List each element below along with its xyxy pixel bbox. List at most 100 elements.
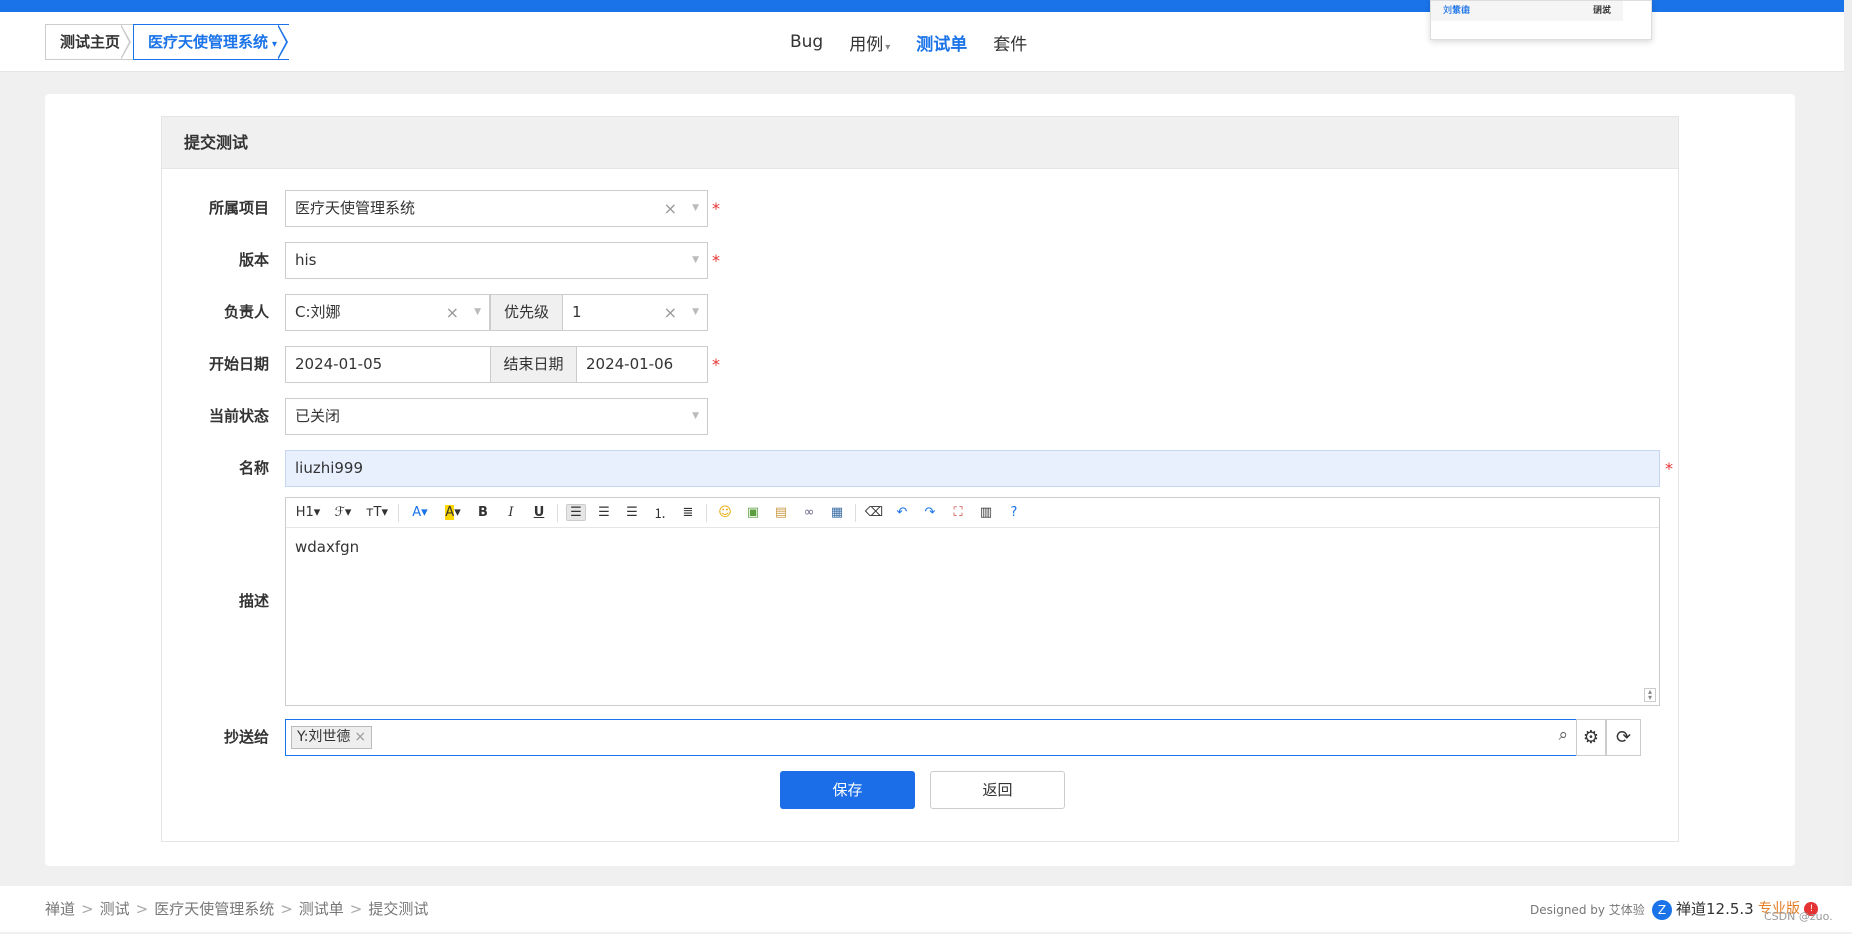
- status-label: 当前状态: [208, 407, 269, 425]
- build-row: 版本 his ▼ *: [162, 242, 1680, 279]
- form-title: 提交测试: [162, 117, 1678, 169]
- gear-icon[interactable]: ⚙: [1576, 719, 1606, 756]
- undo-icon[interactable]: ↶: [892, 505, 912, 520]
- owner-label: 负责人: [223, 303, 269, 321]
- footer-crumb[interactable]: 测试单: [299, 900, 344, 918]
- priority-label: 优先级: [490, 294, 563, 331]
- editor-toolbar: H1▾ ℱ▾ тT▾ A▾ A▾ B I U ☰ ☰ ☰ ⒈ ≣ ☺ ▣ ▤ ∞: [286, 498, 1659, 528]
- toolbar-separator: [398, 503, 399, 522]
- nav-bug[interactable]: Bug: [790, 32, 823, 52]
- edition-link[interactable]: 专业版 !: [1758, 886, 1819, 932]
- project-select[interactable]: 医疗天使管理系统 × ▼: [285, 190, 708, 227]
- underline-icon[interactable]: U: [529, 505, 549, 520]
- nav-suite[interactable]: 套件: [993, 30, 1027, 55]
- font-size-icon[interactable]: тT▾: [364, 505, 390, 520]
- eraser-icon[interactable]: ⌫: [864, 505, 884, 520]
- footer-crumb[interactable]: 禅道: [45, 900, 75, 918]
- scrollbar[interactable]: [1844, 0, 1852, 886]
- required-mark: *: [1665, 459, 1673, 478]
- resize-handle-icon[interactable]: ▴ ▾: [1644, 688, 1656, 702]
- begin-date-input[interactable]: 2024-01-05: [285, 346, 491, 383]
- refresh-icon[interactable]: ⟳: [1606, 719, 1641, 756]
- top-nav: Bug 用例 ▾ 测试单 套件: [790, 12, 1027, 72]
- crumb-separator: >: [81, 900, 94, 918]
- desc-label: 描述: [238, 592, 269, 610]
- status-row: 当前状态 已关闭 ▼: [162, 398, 1680, 435]
- heading-icon[interactable]: H1▾: [294, 505, 322, 520]
- zentao-logo-icon: Z: [1652, 900, 1672, 920]
- designed-by: Designed by 艾体验: [1530, 903, 1645, 917]
- priority-select[interactable]: 1 × ▼: [562, 294, 708, 331]
- table-icon[interactable]: ▦: [827, 505, 847, 520]
- status-select[interactable]: 已关闭 ▼: [285, 398, 708, 435]
- popup-row[interactable]: 刘紫山 测试: [1431, 1, 1623, 21]
- popup-user-role: 测试: [1593, 6, 1612, 16]
- dates-row: 开始日期 2024-01-05 结束日期 2024-01-06 *: [162, 346, 1680, 383]
- chevron-down-icon: ▼: [474, 307, 481, 317]
- help-icon[interactable]: ?: [1004, 505, 1024, 520]
- build-select[interactable]: his ▼: [285, 242, 708, 279]
- back-button[interactable]: 返回: [930, 771, 1065, 809]
- chevron-down-icon: ▾: [885, 41, 891, 53]
- end-date-input[interactable]: 2024-01-06: [576, 346, 708, 383]
- crumb-separator: >: [135, 900, 149, 918]
- link-icon[interactable]: ∞: [799, 505, 819, 520]
- version-label: 禅道12.5.3: [1676, 900, 1754, 918]
- crumb-separator: >: [349, 900, 363, 918]
- bullet-list-icon[interactable]: ≣: [678, 505, 698, 520]
- align-center-icon[interactable]: ☰: [594, 505, 614, 520]
- owner-row: 负责人 C:刘娜 × ▼ 优先级 1 × ▼: [162, 294, 1680, 331]
- version-link[interactable]: Z 禅道12.5.3: [1652, 886, 1754, 932]
- font-color-icon[interactable]: A▾: [407, 505, 433, 520]
- project-switcher[interactable]: 医疗天使管理系统 ▾: [133, 24, 290, 60]
- project-value: 医疗天使管理系统: [295, 199, 416, 217]
- name-input[interactable]: liuzhi999: [285, 450, 1660, 487]
- project-switcher-label: 医疗天使管理系统: [148, 33, 269, 51]
- footer-crumb: 提交测试: [368, 900, 429, 918]
- remove-chip-icon[interactable]: ×: [354, 729, 366, 745]
- owner-select[interactable]: C:刘娜 × ▼: [285, 294, 490, 331]
- footer: 禅道 > 测试 > 医疗天使管理系统 > 测试单 > 提交测试 Designed by 艾体验 …: [0, 886, 1852, 932]
- name-label: 名称: [238, 459, 269, 477]
- main-panel: 提交测试 所属项目 医疗天使管理系统 × ▼ * 版本 his ▼ * 负责人 …: [45, 94, 1795, 866]
- mailto-input[interactable]: Y:刘世德 × ⌕: [285, 719, 1577, 756]
- redo-icon[interactable]: ↷: [920, 505, 940, 520]
- highlight-icon[interactable]: A▾: [441, 505, 465, 520]
- footer-crumb[interactable]: 测试: [100, 900, 130, 918]
- nav-cases-label: 用例: [849, 34, 884, 55]
- footer-crumb[interactable]: 医疗天使管理系统: [154, 900, 274, 918]
- align-right-icon[interactable]: ☰: [622, 505, 642, 520]
- begin-date-label: 开始日期: [208, 355, 269, 373]
- mailto-chip[interactable]: Y:刘世德 ×: [291, 726, 373, 749]
- italic-icon[interactable]: I: [501, 505, 521, 520]
- editor-content[interactable]: wdaxfgn: [286, 528, 1659, 566]
- save-button[interactable]: 保存: [780, 771, 915, 809]
- clear-icon[interactable]: ×: [664, 191, 677, 226]
- clear-icon[interactable]: ×: [664, 295, 677, 330]
- paste-icon[interactable]: ▥: [976, 505, 996, 520]
- media-icon[interactable]: ▤: [771, 505, 791, 520]
- footer-breadcrumb: 禅道 > 测试 > 医疗天使管理系统 > 测试单 > 提交测试: [45, 886, 428, 932]
- toolbar-separator: [706, 503, 707, 522]
- required-mark: *: [712, 251, 720, 270]
- clear-icon[interactable]: ×: [446, 295, 459, 330]
- align-left-icon[interactable]: ☰: [566, 504, 586, 521]
- mailto-chip-label: Y:刘世德: [297, 729, 351, 745]
- project-row: 所属项目 医疗天使管理系统 × ▼ *: [162, 190, 1680, 227]
- nav-testtask[interactable]: 测试单: [916, 30, 967, 55]
- highlight-swatch: A: [445, 505, 455, 520]
- bold-icon[interactable]: B: [473, 505, 493, 520]
- form-box: 提交测试 所属项目 医疗天使管理系统 × ▼ * 版本 his ▼ * 负责人 …: [161, 116, 1679, 842]
- font-family-icon[interactable]: ℱ▾: [330, 505, 356, 520]
- required-mark: *: [712, 199, 720, 218]
- ordered-list-icon[interactable]: ⒈: [650, 503, 670, 522]
- nav-cases[interactable]: 用例 ▾: [849, 30, 890, 55]
- name-row: 名称 liuzhi999 *: [162, 450, 1680, 487]
- emoji-icon[interactable]: ☺: [715, 505, 735, 520]
- chevron-down-icon: ▼: [692, 255, 699, 265]
- desc-editor[interactable]: H1▾ ℱ▾ тT▾ A▾ A▾ B I U ☰ ☰ ☰ ⒈ ≣ ☺ ▣ ▤ ∞: [285, 497, 1660, 706]
- search-icon[interactable]: ⌕: [1558, 725, 1568, 745]
- image-icon[interactable]: ▣: [743, 505, 763, 520]
- project-arrow-inner: [277, 25, 286, 59]
- fullscreen-icon[interactable]: ⛶: [948, 505, 968, 520]
